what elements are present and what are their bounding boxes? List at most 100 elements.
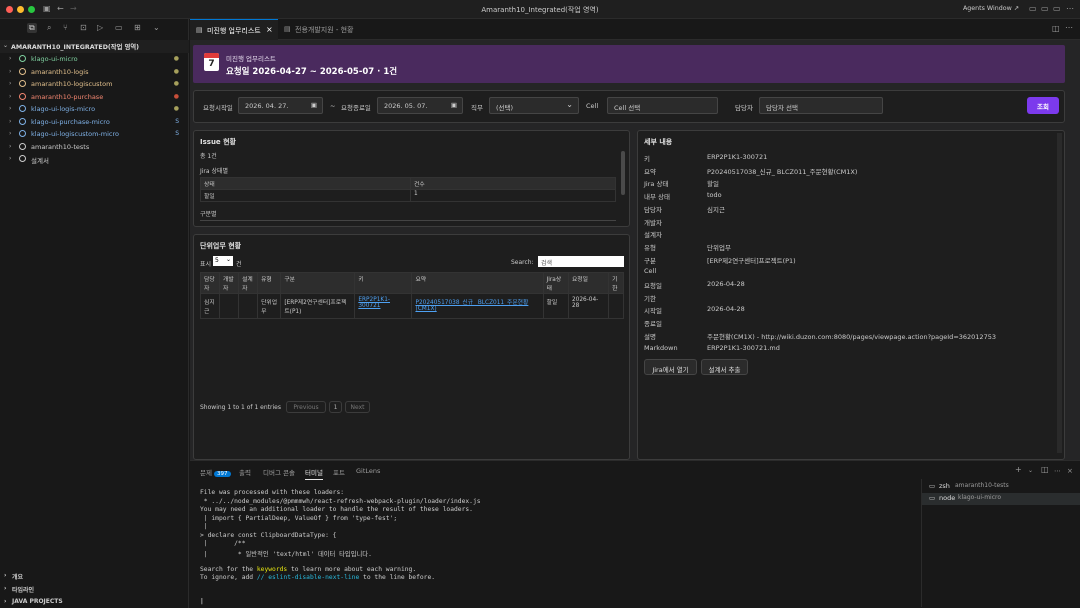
bookmark-icon[interactable]: ⊡	[80, 23, 87, 32]
tree-item-label: klago-ui-logiscustom-micro	[31, 130, 119, 138]
status-badge: ●	[173, 92, 179, 100]
tree-item[interactable]: › klago-ui-micro ●	[0, 53, 189, 66]
column-header[interactable]: 요청일	[567, 272, 610, 294]
cell-select[interactable]: Cell 선택	[607, 97, 718, 114]
detail-panel: 세부 내용 키 ERP2P1K1-300721 요약 P20240517038_신규_…	[637, 130, 1065, 460]
table-cell[interactable]: ERP2P1K1-300721	[354, 293, 413, 319]
more-actions-icon[interactable]: ⋯	[1054, 467, 1061, 475]
customize-layout-icon[interactable]: ⋯	[1066, 4, 1074, 13]
column-header[interactable]: 키	[354, 272, 413, 294]
layout-sidebar-icon[interactable]: ▭	[1029, 4, 1037, 13]
column-header[interactable]: Jira상태	[542, 272, 569, 294]
split-terminal-icon[interactable]: ◫	[1041, 465, 1049, 474]
tree-item[interactable]: › 설계서	[0, 153, 189, 166]
detail-key: 시작일	[644, 307, 662, 316]
detail-value: ERP2P1K1-300721	[707, 153, 768, 161]
workspace-header[interactable]: ⌄ AMARANTH10_INTEGRATED(작업 영역)	[0, 40, 189, 53]
explorer-icon[interactable]: ⧉	[27, 23, 37, 33]
chevron-right-icon: ›	[9, 67, 12, 75]
source-control-icon[interactable]: ⑂	[63, 23, 68, 32]
issue-total: 총 1건	[200, 153, 217, 160]
column-header[interactable]: 개발자	[219, 272, 240, 294]
start-date-input[interactable]: 2026. 04. 27. ▣	[238, 97, 323, 114]
folder-icon	[19, 130, 26, 137]
table-search-label: Search:	[511, 259, 534, 266]
run-debug-icon[interactable]: ▷	[97, 23, 103, 32]
chevron-right-icon: ›	[9, 155, 12, 162]
new-terminal-icon[interactable]: +	[1015, 465, 1022, 474]
close-icon[interactable]: ×	[266, 25, 273, 34]
column-header[interactable]: 설계자	[238, 272, 259, 294]
tree-item[interactable]: › amaranth10-logis ●	[0, 66, 189, 79]
detail-value: 주문현황(CM1X) - http://wiki.duzon.com:8080/…	[707, 332, 996, 341]
column-header[interactable]: 유형	[257, 272, 282, 294]
detail-value: 할일	[707, 180, 719, 189]
tab-debug-console[interactable]: 디버그 콘솔	[263, 467, 295, 477]
extract-design-doc-button[interactable]: 설계서 추출	[701, 359, 748, 375]
tree-item[interactable]: › klago-ui-purchase-micro S	[0, 116, 189, 129]
folder-icon	[19, 92, 26, 100]
table-row[interactable]: 심지근 단위업무 [ERP제2연구센터]프로젝트(P1) ERP2P1K1-30072…	[199, 293, 624, 319]
duty-select[interactable]: (선택) ⌄	[489, 97, 579, 114]
layout-panel-icon[interactable]: ▭	[1041, 4, 1049, 13]
terminal-line: * ../../node_modules/@pmmmwh/react-refre…	[200, 497, 481, 505]
page-title: 요청일 2026-04-27 ~ 2026-05-07 · 1건	[226, 67, 398, 77]
java-projects-section[interactable]: › JAVA PROJECTS	[0, 596, 189, 608]
editor-tabs: ▤ 미진행 업무리스트 × ▤ 전용개발지원 - 현황 ◫ ⋯	[190, 19, 1080, 40]
agents-window-link[interactable]: Agents Window ↗	[963, 5, 1019, 12]
column-header[interactable]: 구분	[280, 272, 356, 294]
folder-icon[interactable]: ▭	[115, 23, 123, 32]
terminal-list-item-zsh[interactable]: ▭ zsh amaranth10-tests	[922, 481, 1080, 493]
search-icon[interactable]: ⌕	[47, 23, 51, 33]
terminal-list-item-node[interactable]: ▭ node klago-ui-micro	[922, 493, 1080, 505]
timeline-section[interactable]: › 타임라인	[0, 583, 189, 595]
detail-key: 구분	[644, 256, 656, 265]
page-size-select[interactable]: 5 ⌄	[213, 256, 233, 266]
search-button[interactable]: 조회	[1027, 97, 1059, 114]
folder-icon	[19, 117, 26, 125]
open-in-jira-button[interactable]: Jira에서 열기	[644, 359, 697, 375]
tab-ports[interactable]: 포트	[333, 467, 345, 477]
previous-page-button[interactable]: Previous	[286, 401, 326, 413]
tab-gitlens[interactable]: GitLens	[356, 467, 380, 475]
column-header[interactable]: 담당자	[199, 272, 221, 294]
tab-problems[interactable]: 문제 397	[200, 467, 231, 477]
more-chevron-icon[interactable]: ⌄	[153, 23, 160, 32]
more-actions-icon[interactable]: ⋯	[1065, 23, 1073, 32]
detail-value: 단위업무	[707, 243, 731, 252]
terminal-cursor[interactable]: |	[200, 598, 204, 605]
end-date-input[interactable]: 2026. 05. 07. ▣	[377, 97, 463, 114]
chevron-down-icon[interactable]: ⌄	[1028, 467, 1033, 474]
page-1-button[interactable]: 1	[329, 401, 342, 413]
close-panel-icon[interactable]: ×	[1067, 467, 1073, 475]
detail-key: 종료일	[644, 320, 662, 329]
tab-unfinished-list[interactable]: ▤ 미진행 업무리스트 ×	[190, 19, 278, 40]
extensions-icon[interactable]: ⊞	[134, 23, 141, 32]
problems-count-badge: 397	[214, 471, 231, 477]
calendar-picker-icon[interactable]: ▣	[311, 101, 317, 109]
tree-item[interactable]: › amaranth10-purchase ●	[0, 91, 189, 104]
split-editor-icon[interactable]: ◫	[1052, 24, 1060, 33]
layout-secondary-icon[interactable]: ▭	[1053, 4, 1061, 13]
scrollbar[interactable]	[621, 151, 625, 195]
table-cell: 1	[410, 189, 616, 202]
group-heading: 구분별	[200, 211, 217, 218]
tree-item[interactable]: › amaranth10-logiscustom ●	[0, 78, 189, 91]
tab-terminal[interactable]: 터미널	[305, 467, 323, 480]
folder-icon	[19, 155, 26, 162]
tree-item[interactable]: › klago-ui-logis-micro ●	[0, 103, 189, 116]
calendar-picker-icon[interactable]: ▣	[451, 101, 457, 109]
next-page-button[interactable]: Next	[345, 401, 370, 413]
outline-section[interactable]: › 개요	[0, 570, 189, 582]
column-header[interactable]: 기한	[608, 272, 624, 294]
table-cell[interactable]: P20240517038_신규_ BLCZ011_주문현황(CM1X)	[411, 293, 544, 319]
column-header[interactable]: 요약	[411, 272, 544, 294]
tab-output[interactable]: 출력	[239, 467, 251, 477]
tab-dev-support-status[interactable]: ▤ 전용개발지원 - 현황	[278, 19, 366, 40]
table-search-input[interactable]: 검색	[538, 256, 624, 267]
owner-select[interactable]: 담당자 선택	[759, 97, 883, 114]
tree-item[interactable]: › klago-ui-logiscustom-micro S	[0, 128, 189, 141]
tree-item-label: klago-ui-purchase-micro	[31, 117, 110, 126]
tree-item[interactable]: › amaranth10-tests	[0, 141, 189, 154]
scrollbar[interactable]	[1057, 133, 1062, 453]
